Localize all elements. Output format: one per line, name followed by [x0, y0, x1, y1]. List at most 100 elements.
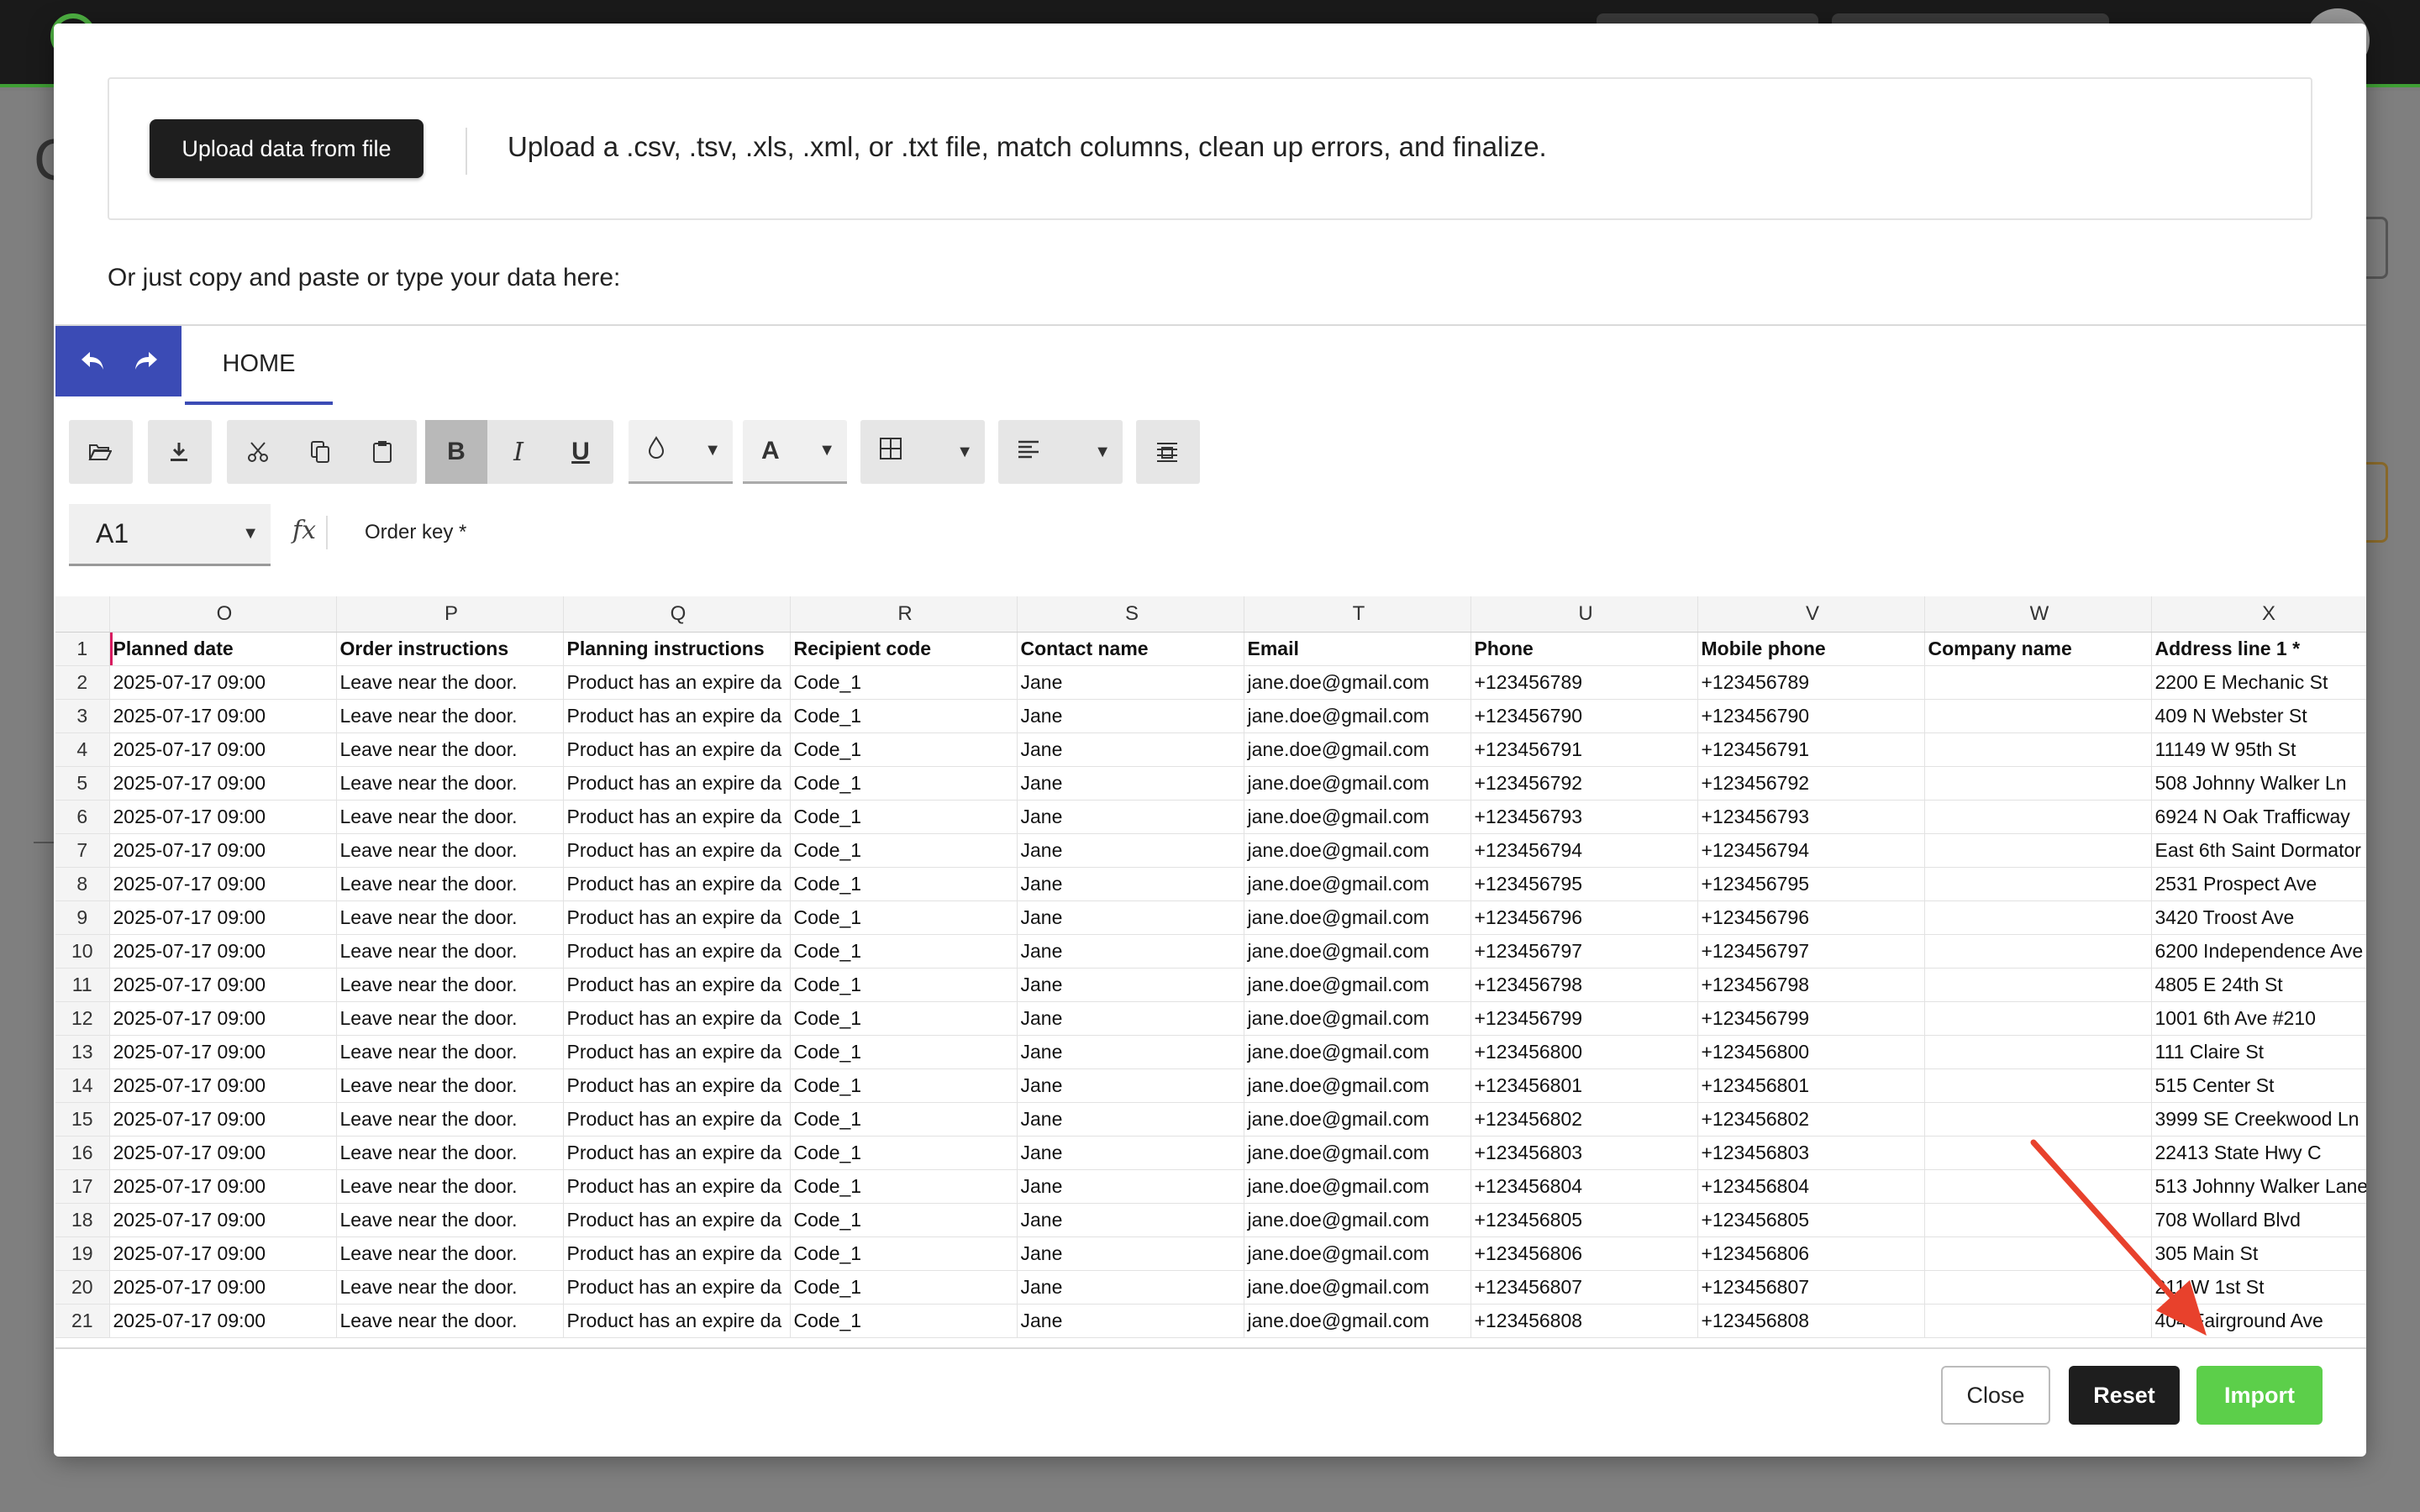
- table-cell[interactable]: jane.doe@gmail.com: [1244, 1001, 1471, 1036]
- table-cell[interactable]: +123456800: [1697, 1035, 1925, 1069]
- table-cell[interactable]: Jane: [1017, 1203, 1244, 1237]
- align-dropdown[interactable]: ▼: [998, 420, 1123, 484]
- table-cell[interactable]: Leave near the door.: [336, 1136, 564, 1170]
- table-cell[interactable]: 6924 N Oak Trafficway: [2151, 800, 2366, 834]
- table-cell[interactable]: +123456806: [1697, 1236, 1925, 1271]
- row-number[interactable]: 21: [55, 1304, 110, 1338]
- table-cell[interactable]: Jane: [1017, 1035, 1244, 1069]
- column-header[interactable]: Q: [563, 596, 791, 633]
- font-color-dropdown[interactable]: A ▼: [743, 420, 847, 484]
- close-button[interactable]: Close: [1941, 1366, 2050, 1425]
- table-cell[interactable]: Product has an expire da: [563, 1102, 791, 1137]
- table-cell[interactable]: +123456795: [1470, 867, 1698, 901]
- table-cell[interactable]: [1924, 732, 2152, 767]
- table-cell[interactable]: 2025-07-17 09:00: [109, 1068, 337, 1103]
- table-cell[interactable]: jane.doe@gmail.com: [1244, 1169, 1471, 1204]
- table-cell[interactable]: Jane: [1017, 968, 1244, 1002]
- table-cell[interactable]: Product has an expire da: [563, 1068, 791, 1103]
- table-cell[interactable]: [1924, 900, 2152, 935]
- cell-name-box[interactable]: A1 ▼: [69, 504, 271, 566]
- table-cell[interactable]: Leave near the door.: [336, 766, 564, 801]
- row-number[interactable]: 4: [55, 732, 110, 767]
- table-cell[interactable]: +123456798: [1697, 968, 1925, 1002]
- table-cell[interactable]: 1001 6th Ave #210: [2151, 1001, 2366, 1036]
- table-cell[interactable]: Leave near the door.: [336, 1169, 564, 1204]
- table-cell[interactable]: Leave near the door.: [336, 1001, 564, 1036]
- table-cell[interactable]: Planned date: [109, 632, 337, 666]
- row-number[interactable]: 17: [55, 1169, 110, 1204]
- import-button[interactable]: Import: [2196, 1366, 2323, 1425]
- table-cell[interactable]: Address line 1 *: [2151, 632, 2366, 666]
- table-cell[interactable]: 2025-07-17 09:00: [109, 800, 337, 834]
- table-cell[interactable]: Jane: [1017, 833, 1244, 868]
- table-cell[interactable]: jane.doe@gmail.com: [1244, 1236, 1471, 1271]
- table-cell[interactable]: +123456796: [1470, 900, 1698, 935]
- table-cell[interactable]: 211 W 1st St: [2151, 1270, 2366, 1305]
- table-cell[interactable]: +123456807: [1697, 1270, 1925, 1305]
- table-cell[interactable]: Product has an expire da: [563, 968, 791, 1002]
- table-cell[interactable]: +123456805: [1470, 1203, 1698, 1237]
- table-cell[interactable]: Jane: [1017, 934, 1244, 969]
- table-cell[interactable]: Recipient code: [790, 632, 1018, 666]
- table-cell[interactable]: 2025-07-17 09:00: [109, 1169, 337, 1204]
- table-cell[interactable]: Product has an expire da: [563, 1203, 791, 1237]
- table-cell[interactable]: 2025-07-17 09:00: [109, 732, 337, 767]
- table-cell[interactable]: Product has an expire da: [563, 732, 791, 767]
- table-cell[interactable]: +123456791: [1470, 732, 1698, 767]
- open-button[interactable]: [69, 420, 133, 484]
- table-cell[interactable]: Product has an expire da: [563, 1270, 791, 1305]
- table-cell[interactable]: [1924, 934, 2152, 969]
- table-cell[interactable]: +123456805: [1697, 1203, 1925, 1237]
- table-cell[interactable]: 2025-07-17 09:00: [109, 1270, 337, 1305]
- table-cell[interactable]: 2200 E Mechanic St: [2151, 665, 2366, 700]
- table-cell[interactable]: Leave near the door.: [336, 1203, 564, 1237]
- table-cell[interactable]: Leave near the door.: [336, 1236, 564, 1271]
- table-cell[interactable]: [1924, 867, 2152, 901]
- table-cell[interactable]: [1924, 1136, 2152, 1170]
- table-cell[interactable]: Product has an expire da: [563, 1001, 791, 1036]
- table-cell[interactable]: +123456800: [1470, 1035, 1698, 1069]
- table-cell[interactable]: 3999 SE Creekwood Ln: [2151, 1102, 2366, 1137]
- column-header[interactable]: T: [1244, 596, 1471, 633]
- row-number[interactable]: 18: [55, 1203, 110, 1237]
- table-cell[interactable]: [1924, 766, 2152, 801]
- table-cell[interactable]: Code_1: [790, 732, 1018, 767]
- table-cell[interactable]: Leave near the door.: [336, 1102, 564, 1137]
- table-cell[interactable]: jane.doe@gmail.com: [1244, 800, 1471, 834]
- table-cell[interactable]: 2025-07-17 09:00: [109, 833, 337, 868]
- table-cell[interactable]: 2025-07-17 09:00: [109, 1203, 337, 1237]
- table-cell[interactable]: 2025-07-17 09:00: [109, 968, 337, 1002]
- table-cell[interactable]: [1924, 833, 2152, 868]
- table-cell[interactable]: +123456792: [1697, 766, 1925, 801]
- table-cell[interactable]: Product has an expire da: [563, 1236, 791, 1271]
- table-cell[interactable]: Code_1: [790, 800, 1018, 834]
- table-cell[interactable]: 4805 E 24th St: [2151, 968, 2366, 1002]
- row-number[interactable]: 2: [55, 665, 110, 700]
- table-cell[interactable]: 11149 W 95th St: [2151, 732, 2366, 767]
- table-cell[interactable]: Code_1: [790, 766, 1018, 801]
- table-cell[interactable]: +123456789: [1470, 665, 1698, 700]
- table-cell[interactable]: +123456801: [1697, 1068, 1925, 1103]
- table-cell[interactable]: +123456808: [1697, 1304, 1925, 1338]
- table-cell[interactable]: [1924, 1001, 2152, 1036]
- table-cell[interactable]: 2025-07-17 09:00: [109, 867, 337, 901]
- table-cell[interactable]: +123456790: [1697, 699, 1925, 733]
- row-number[interactable]: 13: [55, 1035, 110, 1069]
- table-cell[interactable]: Jane: [1017, 1169, 1244, 1204]
- table-cell[interactable]: +123456803: [1697, 1136, 1925, 1170]
- table-cell[interactable]: jane.doe@gmail.com: [1244, 867, 1471, 901]
- table-cell[interactable]: 2025-07-17 09:00: [109, 1102, 337, 1137]
- table-cell[interactable]: 2025-07-17 09:00: [109, 1236, 337, 1271]
- table-cell[interactable]: Product has an expire da: [563, 867, 791, 901]
- table-cell[interactable]: 515 Center St: [2151, 1068, 2366, 1103]
- wrap-text-button[interactable]: [1136, 420, 1200, 484]
- table-cell[interactable]: jane.doe@gmail.com: [1244, 766, 1471, 801]
- fill-color-dropdown[interactable]: ▼: [629, 420, 733, 484]
- table-cell[interactable]: +123456808: [1470, 1304, 1698, 1338]
- table-cell[interactable]: Jane: [1017, 732, 1244, 767]
- table-cell[interactable]: Code_1: [790, 1136, 1018, 1170]
- table-cell[interactable]: Jane: [1017, 867, 1244, 901]
- table-cell[interactable]: 2025-07-17 09:00: [109, 1304, 337, 1338]
- table-cell[interactable]: 2025-07-17 09:00: [109, 934, 337, 969]
- table-cell[interactable]: 305 Main St: [2151, 1236, 2366, 1271]
